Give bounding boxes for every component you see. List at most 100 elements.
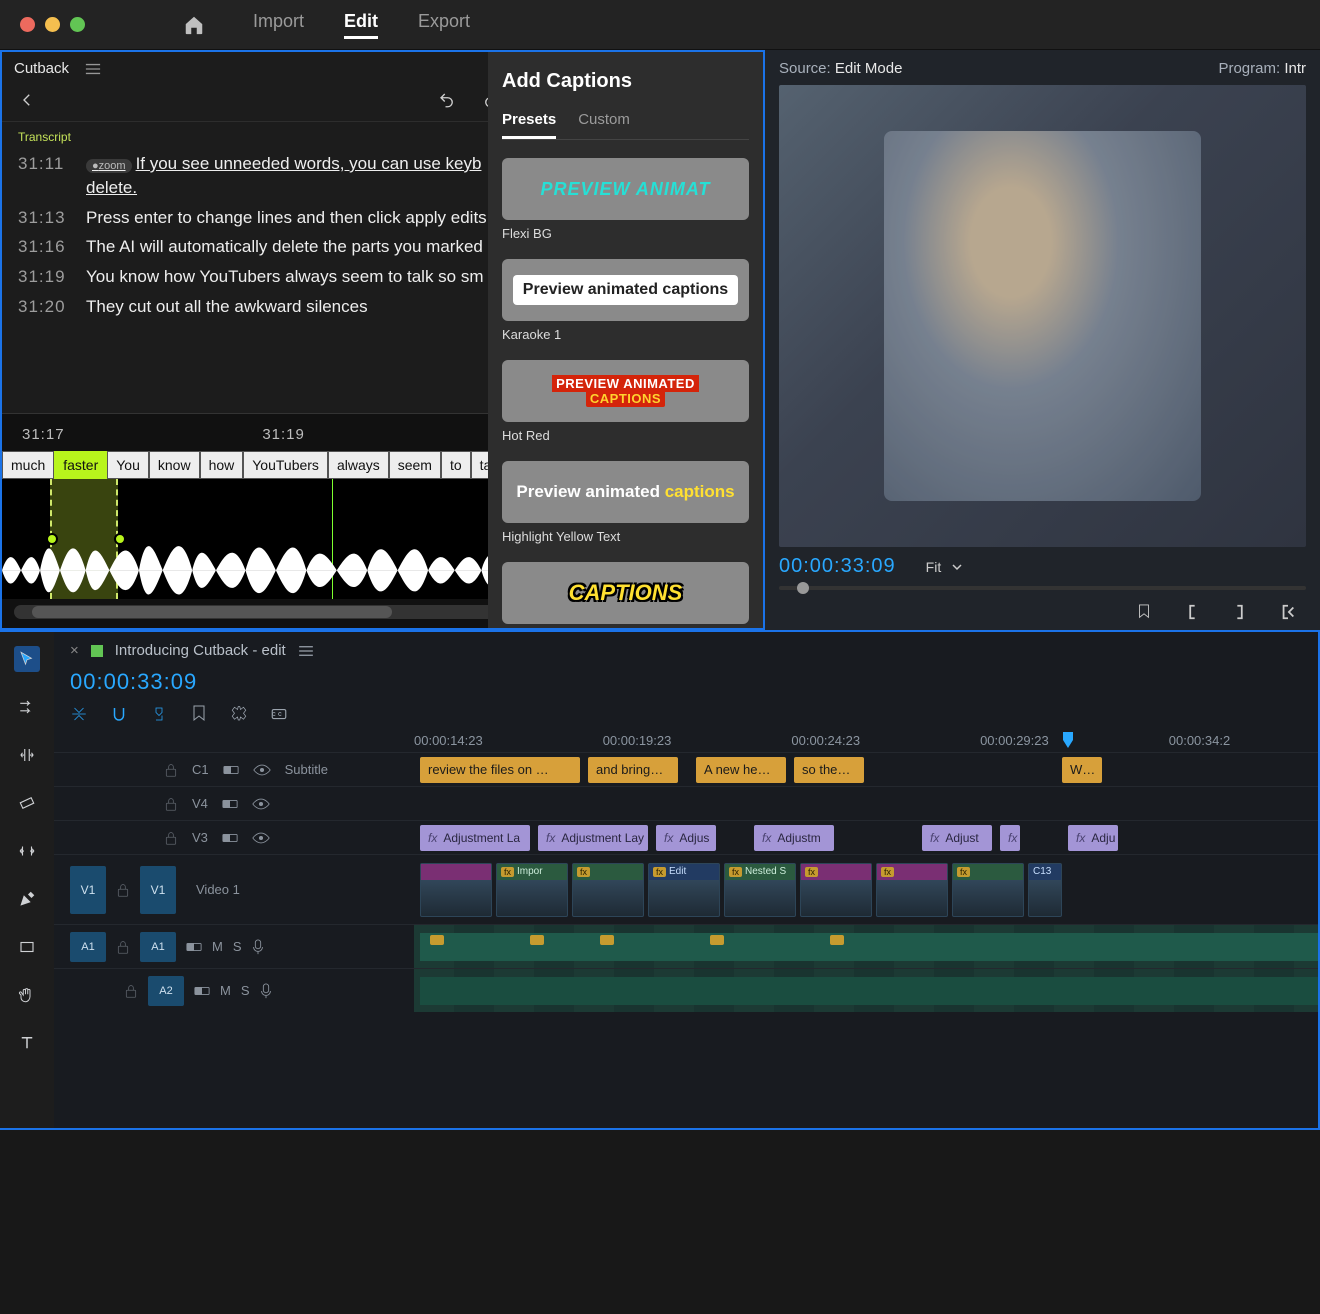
- playhead-indicator[interactable]: [1062, 731, 1074, 749]
- preset-karaoke[interactable]: Preview animated captions Karaoke 1: [502, 259, 749, 342]
- razor-tool[interactable]: [14, 790, 40, 816]
- subtitle-clip[interactable]: W…: [1062, 757, 1102, 783]
- time-ruler[interactable]: 00:00:14:23 00:00:19:23 00:00:24:23 00:0…: [54, 733, 1318, 752]
- video-clip[interactable]: fxNested S: [724, 863, 796, 917]
- panel-menu-icon[interactable]: [298, 645, 314, 657]
- selection-handle[interactable]: [46, 533, 58, 545]
- go-to-in-icon[interactable]: [1280, 604, 1296, 620]
- video-clip[interactable]: fx: [876, 863, 948, 917]
- source-patch-icon[interactable]: [194, 985, 210, 997]
- audio-clip[interactable]: [420, 977, 1318, 1005]
- tab-export[interactable]: Export: [418, 11, 470, 39]
- word-cell[interactable]: how: [200, 451, 244, 479]
- panel-menu-icon[interactable]: [85, 62, 101, 76]
- nest-icon[interactable]: [70, 705, 88, 723]
- solo-label[interactable]: S: [233, 939, 242, 954]
- back-icon[interactable]: [18, 91, 36, 109]
- type-tool[interactable]: [14, 1030, 40, 1056]
- target-track-a1[interactable]: A1: [140, 932, 176, 962]
- audio-clip[interactable]: [420, 933, 1318, 961]
- tab-edit[interactable]: Edit: [344, 11, 378, 39]
- video-clip[interactable]: fxImpor: [496, 863, 568, 917]
- video-clip[interactable]: fx: [952, 863, 1024, 917]
- adjustment-clip[interactable]: fx: [1000, 825, 1020, 851]
- video-clip[interactable]: [420, 863, 492, 917]
- mic-icon[interactable]: [260, 983, 272, 999]
- lock-icon[interactable]: [164, 763, 178, 777]
- captions-icon[interactable]: [270, 705, 288, 723]
- pen-tool[interactable]: [14, 886, 40, 912]
- undo-icon[interactable]: [438, 91, 456, 109]
- tab-import[interactable]: Import: [253, 11, 304, 39]
- settings-icon[interactable]: [230, 705, 248, 723]
- subtitle-clip[interactable]: and bring…: [588, 757, 678, 783]
- lock-icon[interactable]: [164, 831, 178, 845]
- subtitle-clip[interactable]: so the…: [794, 757, 864, 783]
- preset-hotred[interactable]: PREVIEW ANIMATED CAPTIONS Hot Red: [502, 360, 749, 443]
- program-preview[interactable]: [779, 85, 1306, 547]
- marker-icon[interactable]: [190, 705, 208, 723]
- eye-icon[interactable]: [252, 832, 270, 844]
- timeline-timecode[interactable]: 00:00:33:09: [70, 669, 197, 695]
- tab-custom[interactable]: Custom: [578, 111, 630, 139]
- close-icon[interactable]: ×: [70, 642, 79, 659]
- marker-icon[interactable]: [1136, 604, 1152, 620]
- snap-icon[interactable]: [110, 705, 128, 723]
- zoom-fit-select[interactable]: Fit: [926, 559, 964, 575]
- out-bracket-icon[interactable]: [1232, 604, 1248, 620]
- lock-icon[interactable]: [164, 797, 178, 811]
- word-cell[interactable]: much: [2, 451, 54, 479]
- ripple-edit-tool[interactable]: [14, 742, 40, 768]
- eye-icon[interactable]: [252, 798, 270, 810]
- in-bracket-icon[interactable]: [1184, 604, 1200, 620]
- slip-tool[interactable]: [14, 838, 40, 864]
- word-cell-selected[interactable]: faster: [54, 451, 107, 479]
- mute-label[interactable]: M: [212, 939, 223, 954]
- adjustment-clip[interactable]: fxAdjust: [922, 825, 992, 851]
- source-patch-v1[interactable]: V1: [70, 866, 106, 914]
- rectangle-tool[interactable]: [14, 934, 40, 960]
- adjustment-clip[interactable]: fxAdjustm: [754, 825, 834, 851]
- lock-icon[interactable]: [116, 940, 130, 954]
- adjustment-clip[interactable]: fxAdju: [1068, 825, 1118, 851]
- source-patch-a1[interactable]: A1: [70, 932, 106, 962]
- word-cell[interactable]: You: [107, 451, 149, 479]
- solo-label[interactable]: S: [241, 983, 250, 998]
- video-clip[interactable]: fx: [572, 863, 644, 917]
- source-patch-icon[interactable]: [223, 764, 239, 776]
- eye-icon[interactable]: [253, 764, 271, 776]
- mute-label[interactable]: M: [220, 983, 231, 998]
- preview-scrubber[interactable]: [779, 586, 1306, 590]
- lock-icon[interactable]: [124, 984, 138, 998]
- adjustment-clip[interactable]: fxAdjus: [656, 825, 716, 851]
- preset-highlight-yellow[interactable]: Preview animated captions Highlight Yell…: [502, 461, 749, 544]
- source-patch-icon[interactable]: [222, 832, 238, 844]
- source-patch-icon[interactable]: [186, 941, 202, 953]
- sequence-tab[interactable]: × Introducing Cutback - edit: [54, 632, 1318, 669]
- minimize-window-button[interactable]: [45, 17, 60, 32]
- video-clip[interactable]: C13: [1028, 863, 1062, 917]
- linked-selection-icon[interactable]: [150, 705, 168, 723]
- hand-tool[interactable]: [14, 982, 40, 1008]
- subtitle-clip[interactable]: A new he…: [696, 757, 786, 783]
- target-track-a2[interactable]: A2: [148, 976, 184, 1006]
- selection-handle[interactable]: [114, 533, 126, 545]
- preset-captions[interactable]: CAPTIONS: [502, 562, 749, 624]
- adjustment-clip[interactable]: fxAdjustment La: [420, 825, 530, 851]
- tab-presets[interactable]: Presets: [502, 111, 556, 139]
- word-cell[interactable]: seem: [389, 451, 441, 479]
- track-select-tool[interactable]: [14, 694, 40, 720]
- video-clip[interactable]: fx: [800, 863, 872, 917]
- word-cell[interactable]: always: [328, 451, 389, 479]
- home-icon[interactable]: [183, 14, 205, 36]
- preset-flexi[interactable]: PREVIEW ANIMAT Flexi BG: [502, 158, 749, 241]
- word-cell[interactable]: YouTubers: [243, 451, 328, 479]
- adjustment-clip[interactable]: fxAdjustment Lay: [538, 825, 648, 851]
- word-cell[interactable]: to: [441, 451, 471, 479]
- selection-tool[interactable]: [14, 646, 40, 672]
- maximize-window-button[interactable]: [70, 17, 85, 32]
- word-cell[interactable]: know: [149, 451, 200, 479]
- lock-icon[interactable]: [116, 883, 130, 897]
- target-track-v1[interactable]: V1: [140, 866, 176, 914]
- source-patch-icon[interactable]: [222, 798, 238, 810]
